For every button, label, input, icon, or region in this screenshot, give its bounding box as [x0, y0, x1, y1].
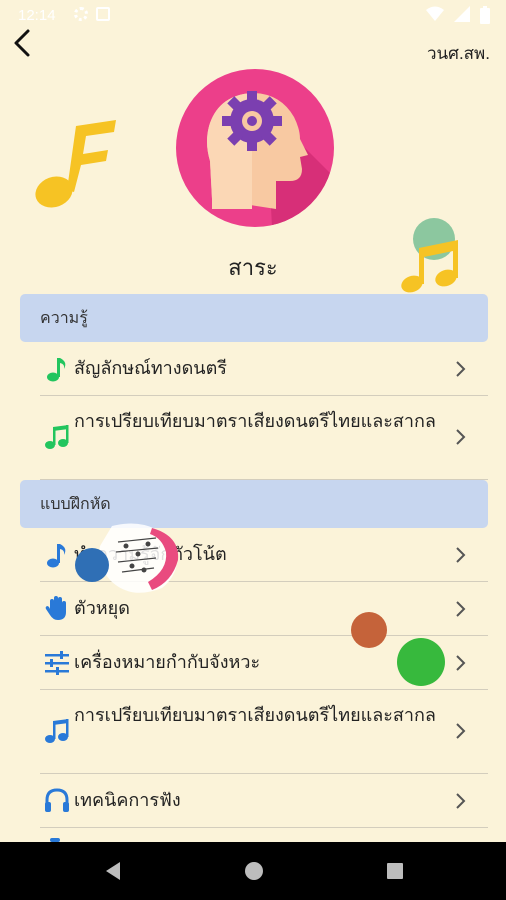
chevron-right-icon [456, 361, 466, 377]
back-button[interactable] [8, 26, 36, 60]
list-item-partial [40, 828, 488, 842]
section-header-knowledge: ความรู้ [20, 294, 488, 342]
headphones-icon [45, 788, 69, 812]
settings-status-icon [74, 7, 88, 21]
green-beamed-notes-icon [45, 425, 69, 449]
chevron-right-icon [456, 601, 466, 617]
chevron-right-icon [456, 723, 466, 739]
status-time: 12:14 [18, 7, 56, 24]
signal-icon [454, 6, 470, 22]
blue-eighth-note-icon [47, 544, 66, 568]
list-item-scale-comparison-exercise[interactable]: การเปรียบเทียบมาตราเสียงดนตรีไทยและสากล [40, 690, 488, 774]
chevron-right-icon [456, 655, 466, 671]
status-bar: 12:14 [0, 0, 506, 32]
floating-green-circle [397, 638, 445, 686]
list-item-label: สัญลักษณ์ทางดนตรี [74, 358, 227, 379]
page-title: สาระ [228, 255, 278, 280]
chevron-right-icon [456, 793, 466, 809]
nav-recents-icon[interactable] [384, 860, 406, 882]
hero-brain-gear-illustration [176, 69, 334, 227]
list-item-scale-comparison[interactable]: การเปรียบเทียบมาตราเสียงดนตรีไทยและสากล [40, 396, 488, 480]
list-item-label: เครื่องหมายกำกับจังหวะ [74, 652, 261, 673]
nav-home-icon[interactable] [243, 860, 265, 882]
wifi-icon [426, 6, 444, 21]
floating-orange-dot [351, 612, 387, 648]
blue-beamed-notes-icon [45, 719, 69, 743]
floating-blue-dot [75, 548, 109, 582]
list-item-label: การเปรียบเทียบมาตราเสียงดนตรีไทยและสากล [74, 411, 436, 432]
list-item-label: การเปรียบเทียบมาตราเสียงดนตรีไทยและสากล [74, 705, 436, 726]
chevron-right-icon [456, 547, 466, 563]
org-label: วนศ.สพ. [427, 44, 490, 63]
notification-status-icon [96, 7, 110, 21]
tune-sliders-icon [45, 651, 69, 675]
list-item-label: เทคนิคการฟัง [74, 790, 181, 811]
battery-icon [480, 6, 490, 24]
section-header-exercises: แบบฝึกหัด [20, 480, 488, 528]
list-item-music-symbols[interactable]: สัญลักษณ์ทางดนตรี [40, 342, 488, 396]
green-eighth-note-icon [47, 358, 66, 382]
list-item-label: ตัวหยุด [74, 598, 130, 619]
arrow-back-icon [14, 29, 30, 57]
nav-back-icon[interactable] [102, 860, 124, 882]
list-item-listening-techniques[interactable]: เทคนิคการฟัง [40, 774, 488, 828]
chevron-right-icon [456, 429, 466, 445]
yellow-music-note-icon [35, 120, 116, 208]
hand-icon [45, 596, 66, 620]
system-navigation-bar [0, 842, 506, 900]
